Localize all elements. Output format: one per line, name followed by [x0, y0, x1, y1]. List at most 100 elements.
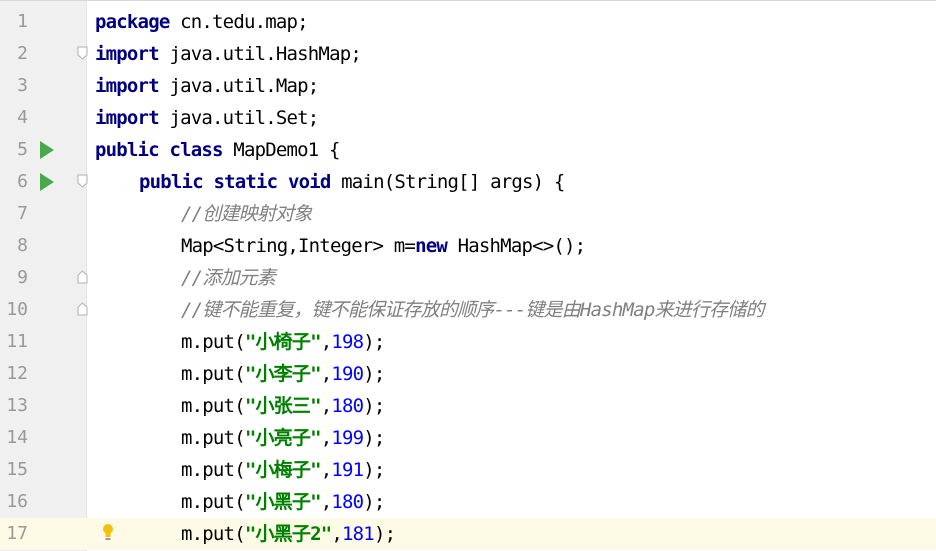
gutter-cell: 14	[0, 422, 86, 454]
code-text: public static void main(String[] args) {	[139, 166, 565, 198]
line-number: 1	[17, 11, 28, 32]
code-token: );	[363, 395, 385, 417]
code-token: ,	[320, 331, 332, 353]
number-token: 180	[331, 395, 364, 417]
code-text: m.put("小黑子",180);	[181, 486, 385, 518]
code-line[interactable]: 2 import java.util.HashMap;	[0, 38, 936, 70]
code-text: m.put("小张三",180);	[181, 390, 385, 422]
code-token: cn.tedu.map;	[169, 11, 308, 33]
code-line[interactable]: 11 m.put("小椅子",198);	[0, 326, 936, 358]
gutter-cell: 2	[0, 38, 88, 70]
code-text: import java.util.HashMap;	[95, 38, 362, 70]
code-token: java.util.Set;	[158, 107, 319, 129]
number-token: 181	[342, 523, 375, 545]
code-lines: 1 package cn.tedu.map; 2 import java.util.H…	[0, 6, 936, 550]
line-number: 3	[17, 75, 28, 96]
code-line[interactable]: 14 m.put("小亮子",199);	[0, 422, 936, 454]
string-token: "小椅子"	[244, 331, 322, 353]
line-number: 16	[6, 491, 28, 512]
number-token: 180	[331, 491, 364, 513]
code-text: m.put("小亮子",199);	[181, 422, 385, 454]
code-token: );	[363, 427, 385, 449]
line-number: 5	[17, 139, 28, 160]
code-token: m.put(	[181, 363, 246, 385]
fold-gutter-icon[interactable]	[77, 174, 88, 188]
keyword-token: import	[95, 43, 160, 65]
fold-gutter-icon[interactable]	[77, 270, 88, 284]
gutter-cell: 8	[0, 230, 86, 262]
comment-token: //键不能重复，键不能保证存放的顺序---键是由HashMap来进行存储的	[181, 299, 764, 321]
line-number: 12	[6, 363, 28, 384]
code-text: Map<String,Integer> m=new HashMap<>();	[181, 230, 586, 262]
gutter-cell: 4	[0, 102, 86, 134]
code-line[interactable]: 6 public static void main(String[] args) …	[0, 166, 936, 198]
code-line[interactable]: 4 import java.util.Set;	[0, 102, 936, 134]
code-line[interactable]: 8 Map<String,Integer> m=new HashMap<>();	[0, 230, 936, 262]
keyword-token: new	[415, 235, 448, 257]
code-line[interactable]: 1 package cn.tedu.map;	[0, 6, 936, 38]
gutter-cell: 9	[0, 262, 88, 294]
comment-token: //添加元素	[181, 267, 276, 289]
line-number: 17	[6, 523, 28, 544]
code-line[interactable]: 16 m.put("小黑子",180);	[0, 486, 936, 518]
code-token: java.util.Map;	[158, 75, 319, 97]
run-gutter-icon[interactable]	[40, 173, 54, 191]
gutter-cell: 7	[0, 198, 86, 230]
code-line[interactable]: 15 m.put("小梅子",191);	[0, 454, 936, 486]
intention-bulb-icon[interactable]	[101, 523, 115, 543]
gutter-cell: 17	[0, 518, 86, 550]
code-line[interactable]: 3 import java.util.Map;	[0, 70, 936, 102]
fold-gutter-icon[interactable]	[77, 302, 88, 316]
keyword-token: public class	[95, 139, 223, 161]
code-text: import java.util.Set;	[95, 102, 319, 134]
line-number: 11	[6, 331, 28, 352]
number-token: 190	[331, 363, 364, 385]
code-line[interactable]: 5 public class MapDemo1 {	[0, 134, 936, 166]
line-number: 15	[6, 459, 28, 480]
code-token: );	[373, 523, 396, 545]
string-token: "小张三"	[244, 395, 322, 417]
line-number: 10	[6, 299, 28, 320]
keyword-token: import	[95, 107, 160, 129]
code-text: //添加元素	[181, 262, 276, 294]
gutter-cell: 11	[0, 326, 86, 358]
code-line[interactable]: 13 m.put("小张三",180);	[0, 390, 936, 422]
gutter-cell: 6	[0, 166, 88, 198]
code-token: );	[363, 331, 385, 353]
number-token: 198	[331, 331, 364, 353]
code-token: MapDemo1 {	[222, 139, 340, 161]
fold-gutter-icon[interactable]	[77, 46, 88, 60]
line-number: 9	[17, 267, 28, 288]
string-token: "小黑子"	[244, 491, 322, 513]
code-line[interactable]: 17 m.put("小黑子2",181);	[0, 518, 936, 550]
code-token: Map<String,Integer> m=	[181, 235, 416, 257]
code-text: m.put("小椅子",198);	[181, 326, 385, 358]
gutter-cell: 10	[0, 294, 88, 326]
string-token: "小李子"	[244, 363, 322, 385]
code-text: import java.util.Map;	[95, 70, 319, 102]
code-text: //创建映射对象	[181, 198, 312, 230]
code-line[interactable]: 9 //添加元素	[0, 262, 936, 294]
code-token: m.put(	[181, 459, 246, 481]
code-line[interactable]: 10 //键不能重复，键不能保证存放的顺序---键是由HashMap来进行存储的	[0, 294, 936, 326]
code-token: ,	[320, 427, 332, 449]
code-line[interactable]: 7 //创建映射对象	[0, 198, 936, 230]
code-token: m.put(	[181, 523, 246, 545]
code-line[interactable]: 12 m.put("小李子",190);	[0, 358, 936, 390]
run-gutter-icon[interactable]	[40, 141, 54, 159]
line-number: 4	[17, 107, 28, 128]
gutter-cell: 3	[0, 70, 86, 102]
keyword-token: public static void	[139, 171, 331, 193]
keyword-token: package	[95, 11, 170, 33]
code-text: package cn.tedu.map;	[95, 6, 309, 38]
code-token: java.util.HashMap;	[158, 43, 361, 65]
code-token: );	[363, 459, 385, 481]
code-editor[interactable]: 1 package cn.tedu.map; 2 import java.util.H…	[0, 0, 936, 551]
code-token: m.put(	[181, 331, 246, 353]
string-token: "小亮子"	[244, 427, 322, 449]
code-token: m.put(	[181, 395, 246, 417]
string-token: "小梅子"	[244, 459, 322, 481]
gutter-cell: 15	[0, 454, 86, 486]
gutter-cell: 1	[0, 6, 86, 38]
gutter-cell: 12	[0, 358, 86, 390]
